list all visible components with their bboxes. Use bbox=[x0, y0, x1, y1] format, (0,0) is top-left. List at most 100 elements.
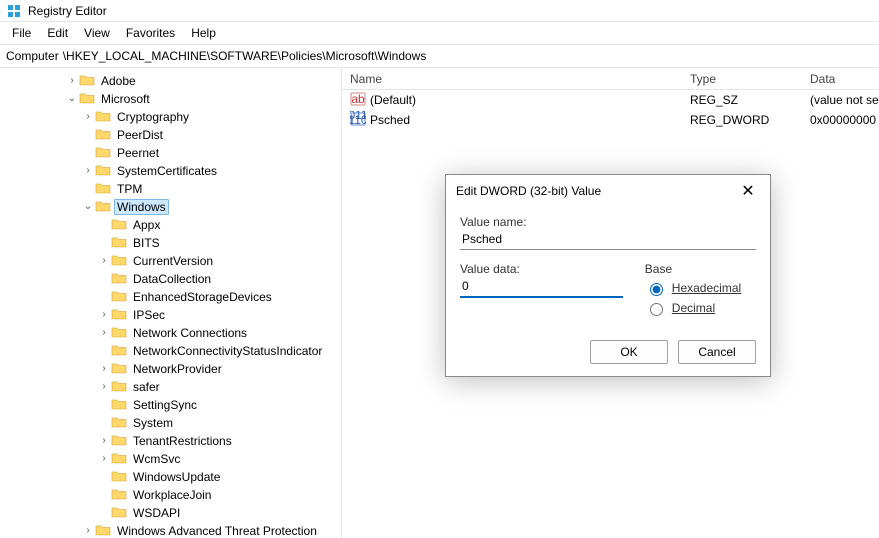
tree-item-label[interactable]: IPSec bbox=[130, 307, 168, 323]
tree-item-label[interactable]: WSDAPI bbox=[130, 505, 183, 521]
close-icon[interactable]: ✕ bbox=[736, 181, 760, 201]
tree-pane[interactable]: ›Adobe⌄Microsoft›Cryptography›PeerDist›P… bbox=[0, 68, 342, 538]
tree-item-label[interactable]: DataCollection bbox=[130, 271, 214, 287]
tree-item-label[interactable]: PeerDist bbox=[114, 127, 166, 143]
chevron-right-icon[interactable]: › bbox=[82, 112, 94, 122]
tree-item[interactable]: › Cryptography bbox=[2, 108, 341, 126]
tree-item[interactable]: ›NetworkConnectivityStatusIndicator bbox=[2, 342, 341, 360]
dec-label: Decimal bbox=[672, 301, 715, 315]
tree-item-label[interactable]: Windows bbox=[114, 199, 169, 215]
chevron-right-icon[interactable]: › bbox=[82, 526, 94, 536]
tree-item[interactable]: › TenantRestrictions bbox=[2, 432, 341, 450]
tree-item-label[interactable]: Microsoft bbox=[98, 91, 153, 107]
col-name[interactable]: Name bbox=[342, 72, 682, 86]
tree-item[interactable]: ›TPM bbox=[2, 180, 341, 198]
address-input[interactable] bbox=[61, 47, 873, 65]
tree-item[interactable]: › Adobe bbox=[2, 72, 341, 90]
cancel-button[interactable]: Cancel bbox=[678, 340, 756, 364]
tree-item[interactable]: ›Peernet bbox=[2, 144, 341, 162]
tree-item-label[interactable]: NetworkConnectivityStatusIndicator bbox=[130, 343, 325, 359]
chevron-down-icon[interactable]: ⌄ bbox=[82, 202, 94, 212]
menu-edit[interactable]: Edit bbox=[39, 24, 76, 42]
chevron-right-icon[interactable]: › bbox=[98, 310, 110, 320]
tree-item-label[interactable]: TPM bbox=[114, 181, 145, 197]
tree-item[interactable]: › CurrentVersion bbox=[2, 252, 341, 270]
tree-item-label[interactable]: BITS bbox=[130, 235, 163, 251]
tree-item[interactable]: ›WSDAPI bbox=[2, 504, 341, 522]
chevron-right-icon[interactable]: › bbox=[98, 454, 110, 464]
tree-item-label[interactable]: EnhancedStorageDevices bbox=[130, 289, 275, 305]
tree-item-label[interactable]: Windows Advanced Threat Protection bbox=[114, 523, 320, 538]
tree-item[interactable]: › SystemCertificates bbox=[2, 162, 341, 180]
tree-item[interactable]: ›Appx bbox=[2, 216, 341, 234]
tree-item[interactable]: ›WindowsUpdate bbox=[2, 468, 341, 486]
value-data-input[interactable] bbox=[460, 276, 623, 298]
tree-item[interactable]: › NetworkProvider bbox=[2, 360, 341, 378]
folder-icon bbox=[110, 487, 130, 504]
tree-item-label[interactable]: TenantRestrictions bbox=[130, 433, 235, 449]
col-data[interactable]: Data bbox=[802, 72, 879, 86]
base-dec-radio[interactable]: Decimal bbox=[645, 300, 756, 316]
tree-item-label[interactable]: SystemCertificates bbox=[114, 163, 220, 179]
tree-item-label[interactable]: CurrentVersion bbox=[130, 253, 216, 269]
tree-item[interactable]: ›BITS bbox=[2, 234, 341, 252]
radio-hex[interactable] bbox=[650, 283, 663, 296]
tree-item[interactable]: ›EnhancedStorageDevices bbox=[2, 288, 341, 306]
tree-item[interactable]: ›SettingSync bbox=[2, 396, 341, 414]
base-label: Base bbox=[645, 262, 756, 276]
list-row[interactable]: 011110PschedREG_DWORD0x00000000 (0) bbox=[342, 110, 879, 130]
folder-icon bbox=[110, 289, 130, 306]
chevron-right-icon[interactable]: › bbox=[98, 382, 110, 392]
tree-item[interactable]: ⌄ Microsoft bbox=[2, 90, 341, 108]
value-name-input[interactable] bbox=[460, 229, 756, 250]
tree-item[interactable]: ›PeerDist bbox=[2, 126, 341, 144]
tree-item[interactable]: › Windows Advanced Threat Protection bbox=[2, 522, 341, 538]
tree-item-label[interactable]: Appx bbox=[130, 217, 163, 233]
chevron-down-icon[interactable]: ⌄ bbox=[66, 94, 78, 104]
tree-item-label[interactable]: WindowsUpdate bbox=[130, 469, 223, 485]
folder-icon bbox=[110, 397, 130, 414]
tree-item-label[interactable]: System bbox=[130, 415, 176, 431]
menu-file[interactable]: File bbox=[4, 24, 39, 42]
folder-icon bbox=[94, 199, 114, 216]
svg-text:ab: ab bbox=[351, 92, 365, 106]
col-type[interactable]: Type bbox=[682, 72, 802, 86]
dword-value-icon: 011110 bbox=[350, 111, 366, 130]
tree-item-label[interactable]: Cryptography bbox=[114, 109, 192, 125]
list-row[interactable]: ab(Default)REG_SZ(value not set) bbox=[342, 90, 879, 110]
chevron-right-icon[interactable]: › bbox=[98, 256, 110, 266]
tree-item-label[interactable]: NetworkProvider bbox=[130, 361, 225, 377]
tree-item[interactable]: › Network Connections bbox=[2, 324, 341, 342]
tree-item-label[interactable]: WcmSvc bbox=[130, 451, 183, 467]
tree-item[interactable]: ›DataCollection bbox=[2, 270, 341, 288]
tree-item-label[interactable]: Network Connections bbox=[130, 325, 250, 341]
menu-view[interactable]: View bbox=[76, 24, 118, 42]
tree-item[interactable]: ›System bbox=[2, 414, 341, 432]
chevron-right-icon[interactable]: › bbox=[66, 76, 78, 86]
tree-item[interactable]: › WcmSvc bbox=[2, 450, 341, 468]
chevron-right-icon[interactable]: › bbox=[98, 328, 110, 338]
folder-icon bbox=[110, 469, 130, 486]
tree-item-label[interactable]: Adobe bbox=[98, 73, 139, 89]
base-hex-radio[interactable]: Hexadecimal bbox=[645, 280, 756, 296]
edit-dword-dialog: Edit DWORD (32-bit) Value ✕ Value name: … bbox=[445, 174, 771, 377]
radio-dec[interactable] bbox=[650, 303, 663, 316]
tree-item[interactable]: › IPSec bbox=[2, 306, 341, 324]
tree-item[interactable]: ⌄ Windows bbox=[2, 198, 341, 216]
menu-favorites[interactable]: Favorites bbox=[118, 24, 183, 42]
chevron-right-icon[interactable]: › bbox=[98, 436, 110, 446]
tree-item-label[interactable]: Peernet bbox=[114, 145, 162, 161]
string-value-icon: ab bbox=[350, 91, 366, 110]
chevron-right-icon[interactable]: › bbox=[82, 166, 94, 176]
menu-help[interactable]: Help bbox=[183, 24, 224, 42]
chevron-right-icon[interactable]: › bbox=[98, 364, 110, 374]
tree-item-label[interactable]: SettingSync bbox=[130, 397, 200, 413]
ok-button[interactable]: OK bbox=[590, 340, 668, 364]
tree-item[interactable]: › safer bbox=[2, 378, 341, 396]
value-data-label: Value data: bbox=[460, 262, 623, 276]
value-name-label: Value name: bbox=[460, 215, 756, 229]
tree-item[interactable]: ›WorkplaceJoin bbox=[2, 486, 341, 504]
tree-item-label[interactable]: WorkplaceJoin bbox=[130, 487, 214, 503]
folder-icon bbox=[110, 253, 130, 270]
tree-item-label[interactable]: safer bbox=[130, 379, 163, 395]
